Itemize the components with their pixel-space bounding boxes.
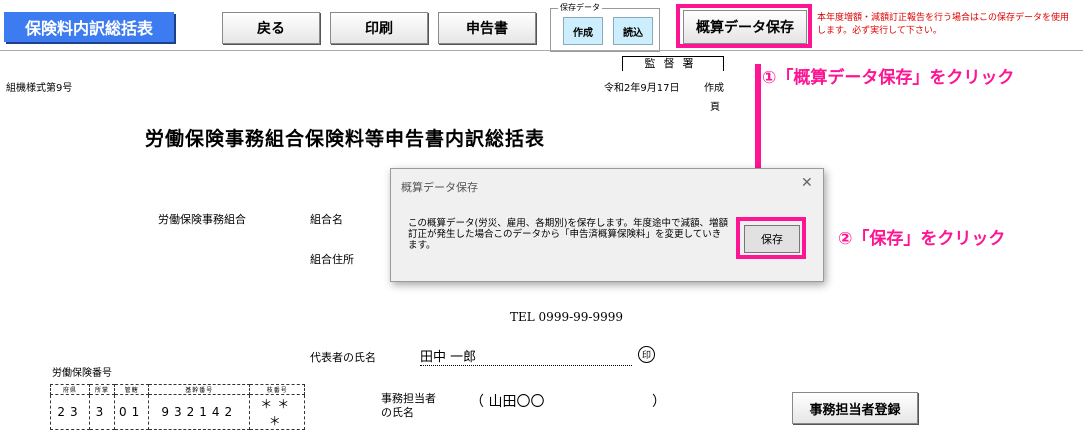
insurance-header: 基幹番号 (148, 384, 251, 395)
staff-label-2: の氏名 (381, 406, 414, 419)
insurance-value: 932142 (148, 394, 251, 430)
save-data-group-label: 保存データ (558, 2, 602, 13)
dialog-title: 概算データ保存 (401, 181, 478, 194)
form-number: 組機様式第9号 (6, 83, 73, 94)
kansa-box: 監督署 (622, 56, 724, 71)
register-staff-button[interactable]: 事務担当者登録 (792, 392, 918, 424)
warning-text: 本年度増額・減額訂正報告を行う場合はこの保存データを使用します。必ず実行して下さ… (817, 13, 1070, 36)
insurance-value: 01 (113, 394, 150, 430)
insurance-number-table: 府県 所掌 管轄 基幹番号 枝番号 23 3 01 932142 ＊＊＊ (50, 384, 306, 430)
union-label: 労働保険事務組合 (158, 213, 246, 226)
rep-name: 田中 一郎 (420, 346, 632, 366)
created-date: 令和2年9月17日 (604, 83, 680, 94)
insurance-header: 管轄 (113, 384, 150, 395)
insurance-value: 3 (89, 394, 115, 430)
insurance-value: 23 (50, 394, 90, 430)
annotation-step2: ②「保存」をクリック (838, 229, 1006, 249)
annotation-step1: ①「概算データ保存」をクリック (762, 68, 1015, 88)
rep-label: 代表者の氏名 (310, 351, 376, 364)
union-address-label: 組合住所 (310, 253, 354, 266)
title-button[interactable]: 保険料内訳総括表 (4, 12, 174, 42)
dialog-message: この概算データ(労災、雇用、各期別)を保存します。年度途中で減額、増額訂正が発生… (408, 218, 728, 251)
insurance-value: ＊＊＊ (249, 394, 306, 430)
tel-number: TEL 0999-99-9999 (510, 310, 624, 324)
insurance-header: 府県 (50, 384, 90, 395)
insurance-number-label: 労働保険番号 (52, 368, 112, 379)
create-button[interactable]: 作成 (563, 17, 603, 45)
page-title: 労働保険事務組合保険料等申告書内訳総括表 (145, 128, 546, 150)
seal-mark: 印 (638, 346, 655, 363)
close-icon[interactable]: ✕ (801, 175, 813, 191)
insurance-header: 枝番号 (249, 384, 306, 395)
estimate-save-button[interactable]: 概算データ保存 (683, 10, 807, 44)
union-name-label: 組合名 (310, 213, 343, 226)
declaration-button[interactable]: 申告書 (438, 12, 536, 44)
print-button[interactable]: 印刷 (330, 12, 428, 44)
staff-name: （ 山田〇〇 (470, 394, 545, 410)
staff-name-close: ） (652, 394, 666, 410)
back-button[interactable]: 戻る (222, 12, 320, 44)
load-button[interactable]: 読込 (613, 17, 653, 45)
toolbar-divider (0, 50, 1083, 51)
created-label: 作成 (704, 83, 724, 94)
page-label: 頁 (710, 102, 720, 113)
insurance-header: 所掌 (89, 384, 115, 395)
dialog-save-button[interactable]: 保存 (744, 225, 800, 253)
